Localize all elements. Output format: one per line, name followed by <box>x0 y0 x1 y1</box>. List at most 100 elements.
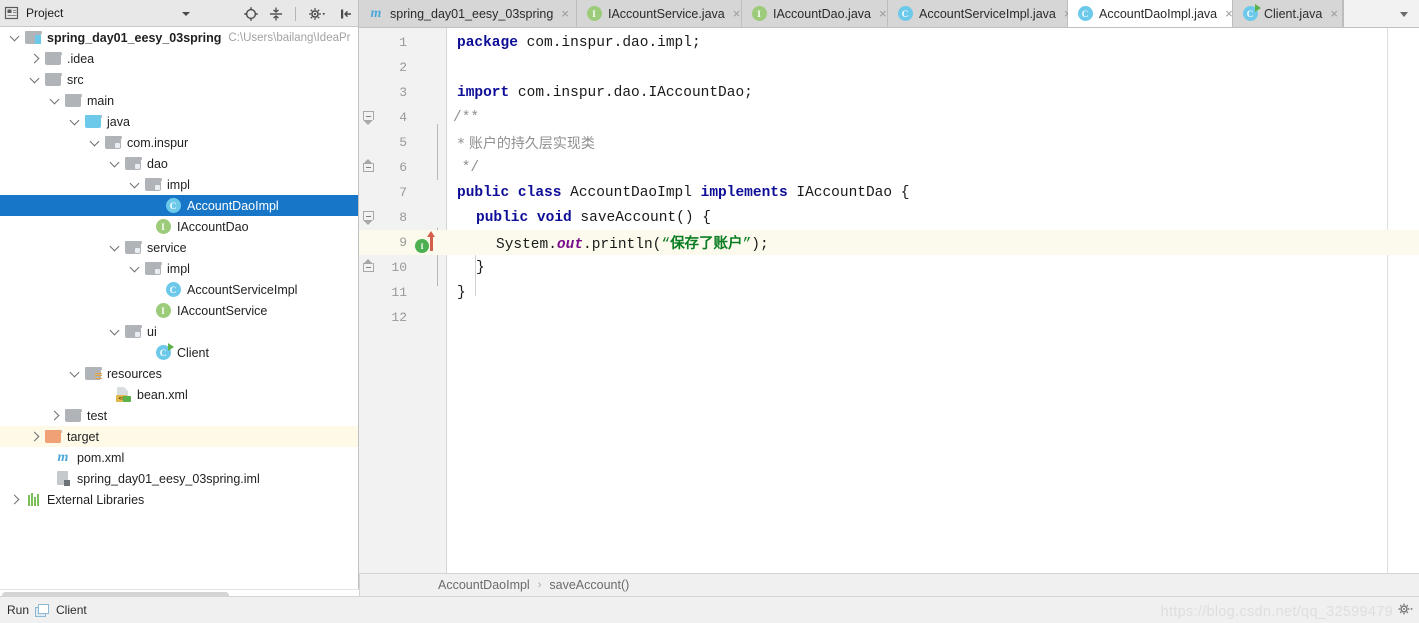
chevron-down-icon[interactable] <box>68 363 84 384</box>
chevron-down-icon[interactable] <box>28 69 44 90</box>
code-text: import com.inspur.dao.IAccountDao; <box>457 84 753 101</box>
chevron-down-icon[interactable] <box>128 174 144 195</box>
project-tree[interactable]: spring_day01_eesy_03spring C:\Users\baila… <box>0 27 358 578</box>
close-icon[interactable]: × <box>1225 7 1233 20</box>
tree-item-java[interactable]: java <box>0 111 358 132</box>
project-panel-header: Project <box>0 0 358 27</box>
chevron-down-icon[interactable] <box>68 111 84 132</box>
chevron-down-icon[interactable] <box>8 27 24 48</box>
package-folder-icon <box>144 177 162 193</box>
close-icon[interactable]: × <box>561 7 569 20</box>
fold-collapse-icon[interactable] <box>363 163 374 172</box>
code-line: 5 * 账户的持久层实现类 <box>359 130 1419 155</box>
tree-item-label: IAccountDao <box>177 219 249 234</box>
collapse-all-icon[interactable] <box>268 6 284 22</box>
tree-item-label: External Libraries <box>47 492 145 507</box>
close-icon[interactable]: × <box>1330 7 1338 20</box>
tree-item-test[interactable]: test <box>0 405 358 426</box>
tree-item-label: bean.xml <box>137 387 188 402</box>
package-folder-icon <box>124 156 142 172</box>
chevron-down-icon[interactable] <box>108 237 124 258</box>
tree-item-pom-xml[interactable]: m pom.xml <box>0 447 358 468</box>
close-icon[interactable]: × <box>733 7 741 20</box>
locate-icon[interactable] <box>243 6 259 22</box>
tree-item-main[interactable]: main <box>0 90 358 111</box>
tree-item-bean-xml[interactable]: <> bean.xml <box>0 384 358 405</box>
hide-panel-icon[interactable] <box>338 6 354 22</box>
tree-item-service[interactable]: service <box>0 237 358 258</box>
chevron-right-icon[interactable] <box>48 405 64 426</box>
panel-divider <box>359 573 360 596</box>
chevron-down-icon[interactable] <box>108 153 124 174</box>
breadcrumb-item-class[interactable]: AccountDaoImpl <box>438 578 530 592</box>
tree-twisty-placeholder <box>138 300 154 321</box>
tree-item-external-libraries[interactable]: External Libraries <box>0 489 358 510</box>
chevron-right-icon[interactable] <box>28 426 44 447</box>
tree-item-spring-day01-eesy-03spring-iml[interactable]: spring_day01_eesy_03spring.iml <box>0 468 358 489</box>
chevron-down-icon[interactable] <box>128 258 144 279</box>
tree-item-impl[interactable]: impl <box>0 258 358 279</box>
toolbar-divider <box>295 6 296 21</box>
fold-collapse-icon[interactable] <box>363 111 374 120</box>
code-text: */ <box>453 159 480 176</box>
tree-item-dao[interactable]: dao <box>0 153 358 174</box>
tree-item-label: main <box>87 93 115 108</box>
chevron-down-icon[interactable] <box>88 132 104 153</box>
chevron-down-icon[interactable] <box>108 321 124 342</box>
chevron-down-icon[interactable] <box>1400 12 1408 17</box>
tree-item-label: spring_day01_eesy_03spring <box>47 30 222 45</box>
gear-icon[interactable] <box>1398 602 1413 616</box>
java-interface-icon: I <box>154 303 172 319</box>
chevron-down-icon[interactable] <box>182 12 190 16</box>
code-editor[interactable]: 1 package com.inspur.dao.impl; 2 3 impor… <box>359 28 1419 573</box>
tree-item-accountdaoimpl[interactable]: C AccountDaoImpl <box>0 195 358 216</box>
editor-tab-client-java[interactable]: C Client.java × <box>1233 0 1343 27</box>
tree-item-iaccountservice[interactable]: I IAccountService <box>0 300 358 321</box>
tree-item-com-inspur[interactable]: com.inspur <box>0 132 358 153</box>
tree-item-path: C:\Users\bailang\IdeaPr <box>228 31 351 44</box>
editor-tab-accountdaoimpl-java[interactable]: C AccountDaoImpl.java × <box>1068 0 1233 27</box>
tree-item-client[interactable]: C Client <box>0 342 358 363</box>
tree-item-target[interactable]: target <box>0 426 358 447</box>
chevron-right-icon[interactable] <box>28 48 44 69</box>
editor-tab-accountserviceimpl-java[interactable]: CAccountServiceImpl.java× <box>888 0 1071 27</box>
source-root-folder-icon <box>84 114 102 130</box>
code-line: 2 <box>359 55 1419 80</box>
fold-collapse-icon[interactable] <box>363 263 374 272</box>
close-icon[interactable]: × <box>879 7 887 20</box>
override-arrow-marker[interactable] <box>427 231 435 251</box>
editor-tab-spring-day01-eesy-03spring[interactable]: m spring_day01_eesy_03spring × <box>359 0 577 27</box>
gear-icon[interactable] <box>307 6 329 22</box>
chevron-down-icon[interactable] <box>48 90 64 111</box>
tree-item-label: AccountDaoImpl <box>187 198 279 213</box>
tree-item-src[interactable]: src <box>0 69 358 90</box>
implementing-method-marker[interactable]: I <box>415 239 429 253</box>
tree-item-impl[interactable]: impl <box>0 174 358 195</box>
tree-item-spring-day01-eesy-03spring[interactable]: spring_day01_eesy_03spring C:\Users\baila… <box>0 27 358 48</box>
tree-item-ui[interactable]: ui <box>0 321 358 342</box>
folder-excluded-icon <box>44 429 62 445</box>
tab-overflow-area[interactable] <box>1343 0 1419 27</box>
line-number: 2 <box>399 60 407 75</box>
tree-item-label: com.inspur <box>127 135 189 150</box>
tree-item-accountserviceimpl[interactable]: C AccountServiceImpl <box>0 279 358 300</box>
line-number: 12 <box>391 310 407 325</box>
tree-item--idea[interactable]: .idea <box>0 48 358 69</box>
tree-item-label: AccountServiceImpl <box>187 282 298 297</box>
tree-item-resources[interactable]: resources <box>0 363 358 384</box>
chevron-right-icon[interactable] <box>8 489 24 510</box>
project-tool-window: Project spring_day01_eesy_03spring C:\Us… <box>0 0 359 623</box>
breadcrumb-item-method[interactable]: saveAccount() <box>549 578 629 592</box>
tree-twisty-placeholder <box>38 447 54 468</box>
run-tool-window-icon[interactable] <box>35 603 50 617</box>
editor-tab-iaccountdao-java[interactable]: I IAccountDao.java × <box>742 0 888 27</box>
tree-twisty-placeholder <box>148 195 164 216</box>
java-class-runnable-icon: C <box>154 343 174 361</box>
editor-tab-iaccountservice-java[interactable]: I IAccountService.java × <box>577 0 742 27</box>
java-interface-icon: I <box>751 6 767 22</box>
java-interface-icon: I <box>154 219 172 235</box>
fold-collapse-icon[interactable] <box>363 211 374 220</box>
status-run-target[interactable]: Client <box>56 603 87 617</box>
tree-item-iaccountdao[interactable]: I IAccountDao <box>0 216 358 237</box>
line-number: 9 <box>399 235 407 250</box>
